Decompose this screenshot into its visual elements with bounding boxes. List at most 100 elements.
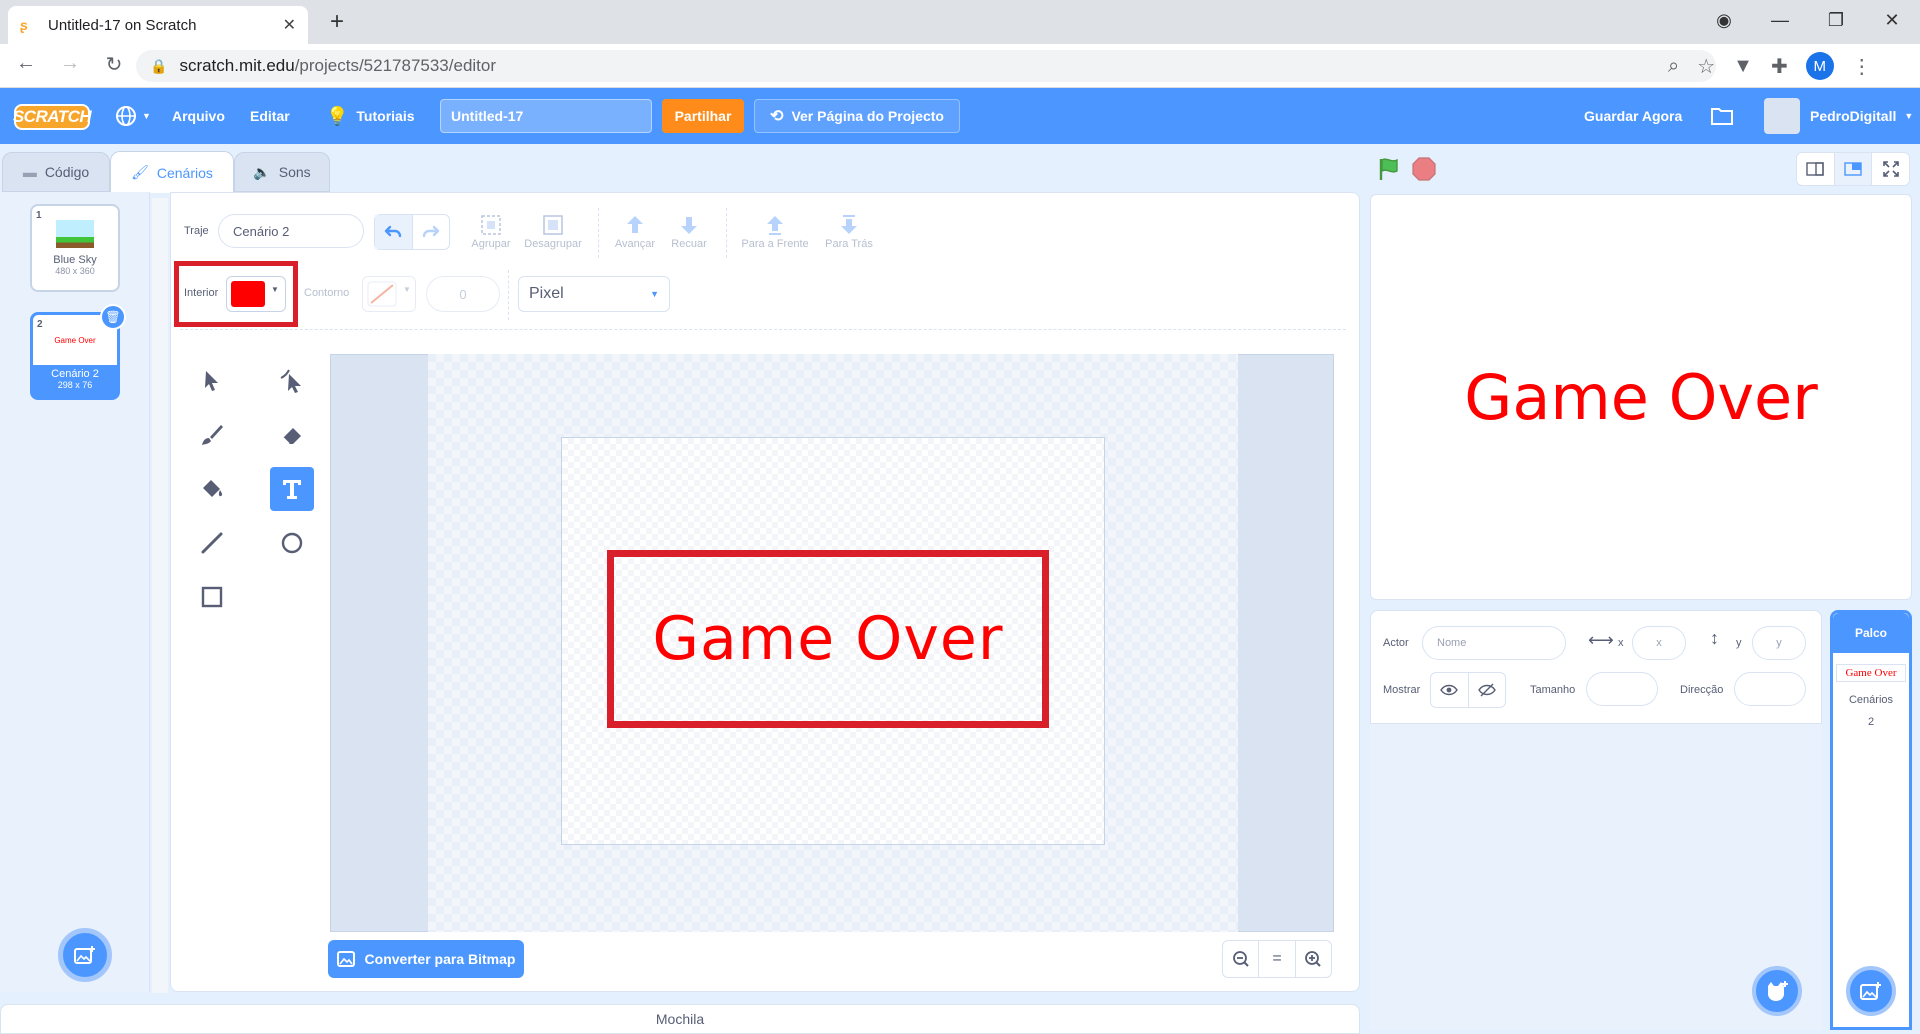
rectangle-tool[interactable] [190,575,234,619]
convert-to-bitmap-button[interactable]: Converter para Bitmap [328,940,524,978]
select-tool[interactable] [190,359,234,403]
back-icon [841,215,857,234]
ungroup-label: Desagrupar [524,238,582,250]
font-dropdown[interactable]: Pixel ▼ [518,276,670,312]
close-window-button[interactable]: ✕ [1864,10,1920,31]
outline-color-picker[interactable]: ▼ [362,276,416,312]
fullscreen-button[interactable] [1872,153,1909,185]
avatar[interactable] [1764,98,1800,134]
paint-bucket-icon [203,480,223,497]
save-now-button[interactable]: Guardar Agora [1584,88,1682,144]
maximize-button[interactable]: ❐ [1808,10,1864,31]
canvas-text-object[interactable]: Game Over [652,604,1003,674]
url-field[interactable]: 🔒 scratch.mit.edu/projects/521787533/edi… [136,50,1716,82]
profile-avatar[interactable]: M [1805,52,1834,80]
puzzle-extensions-icon[interactable]: ✚ [1771,54,1788,79]
add-costume-button[interactable] [58,928,112,982]
stage-canvas[interactable]: Game Over [1370,194,1912,600]
line-tool[interactable] [190,521,234,565]
convert-bitmap-label: Converter para Bitmap [364,951,516,967]
front-icon [767,216,783,235]
bookmark-star-icon[interactable]: ☆ [1697,54,1715,79]
tab-costumes-label: Cenários [156,164,213,181]
scratch-logo[interactable]: SCRATCH [13,104,92,130]
small-stage-button[interactable] [1797,153,1835,185]
backward-label: Recuar [671,238,707,250]
tab-code[interactable]: ▬ Código [2,152,110,192]
backpack-bar[interactable]: Mochila [0,1004,1360,1034]
zoom-out-button[interactable] [1223,941,1260,977]
fullscreen-icon [1882,161,1899,177]
group-label: Agrupar [471,238,511,250]
extension-icon[interactable]: ▼ [1733,55,1753,78]
ungroup-button[interactable]: Desagrupar [522,212,584,250]
reload-icon[interactable]: ↻ [100,52,128,77]
tab-search-icon[interactable]: ◉ [1696,10,1752,31]
forward-button[interactable]: Avançar [612,212,658,250]
x-input[interactable]: x [1632,626,1686,660]
zoom-in-button[interactable] [1296,941,1331,977]
menu-edit[interactable]: Editar [250,88,290,144]
direction-input[interactable] [1734,672,1806,706]
account-menu[interactable]: PedroDigitall ▼ [1810,88,1913,144]
stop-button[interactable] [1412,157,1436,181]
costume-size: 480 x 360 [55,266,95,276]
text-tool[interactable] [270,467,314,511]
add-sprite-button[interactable] [1752,966,1802,1016]
costume-list-scrollbar[interactable] [152,198,168,993]
bring-to-front-button[interactable]: Para a Frente [738,212,812,250]
tab-costumes[interactable]: 🖌 Cenários [110,151,234,193]
reshape-tool[interactable] [270,359,314,403]
group-button[interactable]: Agrupar [468,212,514,250]
new-tab-button[interactable]: + [322,8,352,38]
close-tab-icon[interactable]: ✕ [283,15,296,35]
delete-costume-button[interactable]: 🗑 [100,304,126,330]
tab-sounds[interactable]: 🔈 Sons [234,152,330,192]
large-stage-button[interactable] [1834,153,1873,185]
share-button[interactable]: Partilhar [662,99,744,133]
fill-color-picker[interactable]: ▼ [226,276,286,312]
scratch-favicon-icon: ʂ [20,17,28,33]
costume-name-input[interactable]: Cenário 2 [218,214,364,248]
costume-item-blue-sky[interactable]: 1 Blue Sky 480 x 360 [30,204,120,292]
zoom-reset-button[interactable]: = [1259,941,1296,977]
add-backdrop-button[interactable] [1846,966,1896,1016]
forward-icon[interactable]: → [56,52,84,77]
project-title-input[interactable]: Untitled-17 [440,99,652,133]
show-sprite-button[interactable] [1431,673,1469,707]
menu-file[interactable]: Arquivo [172,88,225,144]
view-project-page-button[interactable]: ⟲ Ver Página do Projecto [754,99,960,133]
y-input[interactable]: y [1752,626,1806,660]
fill-tool[interactable] [190,467,234,511]
brush-tool[interactable] [190,413,234,457]
browser-tab[interactable]: ʂ Untitled-17 on Scratch ✕ [8,6,308,44]
view-page-label: Ver Página do Projecto [791,108,944,124]
stage-thumbnail[interactable]: Game Over [1836,664,1906,682]
text-selection-highlight[interactable]: Game Over [607,550,1049,728]
redo-button[interactable] [413,215,450,249]
size-input[interactable] [1586,672,1658,706]
send-to-back-button[interactable]: Para Trás [818,212,880,250]
forward-icon [627,216,643,233]
zoom-controls: = [1222,940,1332,978]
zoom-icon[interactable]: ⌕ [1668,55,1679,78]
minimize-button[interactable]: — [1752,10,1808,31]
circle-tool[interactable] [270,521,314,565]
rectangle-icon [201,586,223,608]
eye-slash-icon [1477,683,1496,697]
sprite-name-input[interactable]: Nome [1422,626,1566,660]
language-menu[interactable]: ▼ [114,88,151,144]
hide-sprite-button[interactable] [1469,673,1506,707]
undo-button[interactable] [375,215,413,249]
small-stage-icon [1806,162,1825,176]
font-dropdown-value: Pixel [529,285,564,302]
back-icon[interactable]: ← [12,52,40,77]
menu-tutorials[interactable]: 💡 Tutoriais [326,88,415,144]
add-image-icon [74,946,95,964]
my-stuff-folder-icon[interactable] [1710,88,1734,144]
browser-menu-icon[interactable]: ⋮ [1852,54,1872,79]
green-flag-button[interactable] [1376,156,1402,182]
outline-width-input[interactable]: 0 [426,276,500,312]
backward-button[interactable]: Recuar [666,212,712,250]
eraser-tool[interactable] [270,413,314,457]
